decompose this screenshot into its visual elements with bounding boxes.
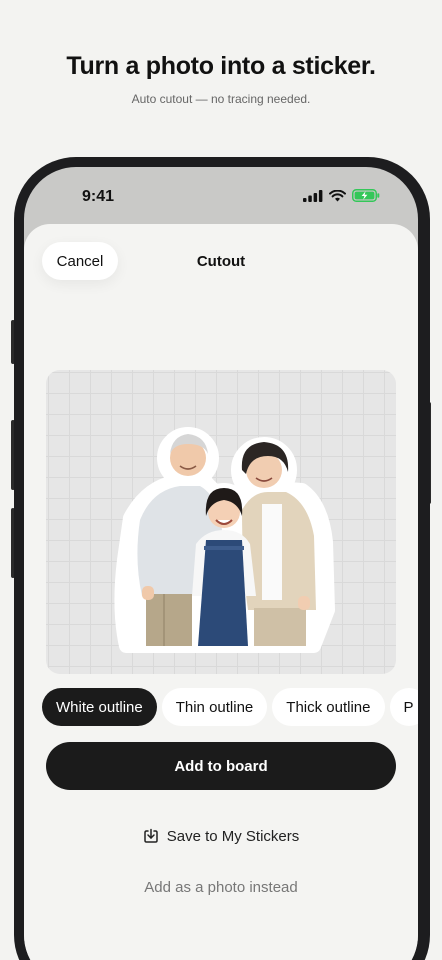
wifi-icon [329,189,346,201]
outline-chip-thin[interactable]: Thin outline [161,688,268,726]
phone-screen: 9:41 Cancel Cutout White outline Thin ou… [24,167,418,960]
promo-headline: Turn a photo into a sticker. [66,52,376,80]
outline-chip-partial[interactable]: P [389,688,418,726]
outline-chip-thick[interactable]: Thick outline [272,688,385,726]
battery-charging-icon [352,189,380,202]
status-bar: 9:41 [24,167,418,223]
promo-subline: Auto cutout — no tracing needed. [131,92,311,106]
add-to-board-button[interactable]: Add to board [46,742,396,790]
status-time: 9:41 [82,188,115,205]
outline-options: White outline Thin outline Thick outline P [42,688,418,728]
save-download-icon [143,828,158,843]
add-as-photo-link[interactable]: Add as a photo instead [24,879,418,896]
sticker-cutout-image[interactable] [46,370,396,674]
sticker-canvas[interactable] [46,370,396,674]
cellular-signal-icon [303,189,323,202]
cutout-sheet: Cancel Cutout White outline Thin outline… [24,224,418,960]
save-to-stickers-button[interactable]: Save to My Stickers [24,824,418,848]
status-icons [303,189,380,202]
save-to-stickers-label: Save to My Stickers [166,827,300,845]
outline-chip-white[interactable]: White outline [42,688,157,726]
sheet-title: Cutout [196,253,246,270]
